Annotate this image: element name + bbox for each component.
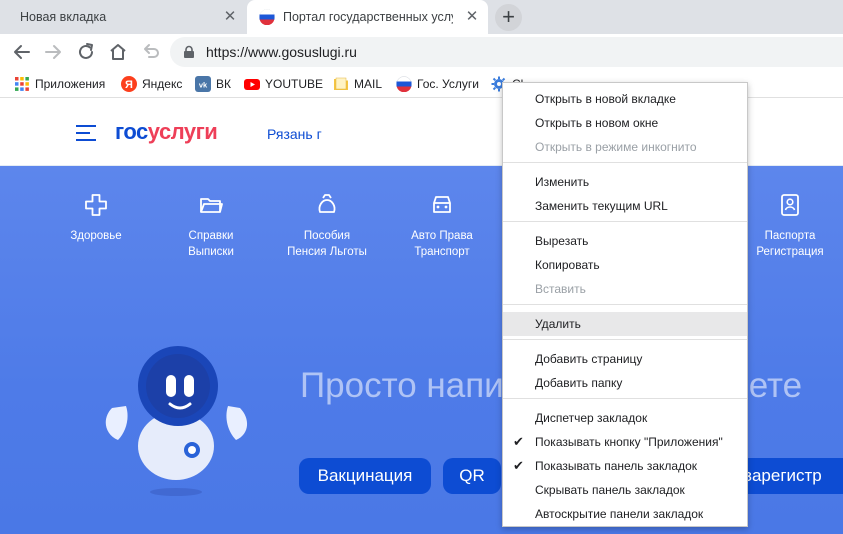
menu-item-paste[interactable]: Вставить <box>503 277 747 301</box>
wallet-icon <box>318 194 336 213</box>
quick-button-qr[interactable]: QR <box>443 458 501 494</box>
category-label: Справки <box>188 230 234 242</box>
category-label: Паспорта <box>764 230 816 242</box>
category-auto[interactable]: Авто Права Транспорт <box>392 192 492 260</box>
menu-item-autohide-bookmarks-bar[interactable]: Автоскрытие панели закладок <box>503 502 747 526</box>
vk-icon: vk <box>195 76 211 92</box>
tab-title: Портал государственных услуг Р <box>283 10 453 24</box>
menu-item-add-folder[interactable]: Добавить папку <box>503 371 747 395</box>
menu-item-open-new-window[interactable]: Открыть в новом окне <box>503 111 747 135</box>
apps-grid-icon <box>15 77 29 91</box>
bookmark-label: Приложения <box>35 77 106 91</box>
bookmark-youtube[interactable]: YOUTUBE <box>244 75 323 93</box>
quick-button-vaccination[interactable]: Вакцинация <box>299 458 431 494</box>
checkmark-icon: ✔ <box>513 458 524 473</box>
bookmark-label: MAIL <box>354 77 383 91</box>
menu-item-open-incognito[interactable]: Открыть в режиме инкогнито <box>503 135 747 159</box>
back-arrow-icon[interactable] <box>9 39 35 65</box>
menu-item-add-page[interactable]: Добавить страницу <box>503 347 747 371</box>
menu-item-edit[interactable]: Изменить <box>503 170 747 194</box>
menu-item-show-apps-button[interactable]: ✔ Показывать кнопку "Приложения" <box>503 430 747 454</box>
bookmark-vk[interactable]: vk ВК <box>195 75 231 93</box>
bookmark-apps[interactable]: Приложения <box>14 75 105 93</box>
robot-assistant-illustration <box>105 346 248 496</box>
category-label: Выписки <box>188 246 234 258</box>
category-label: Здоровье <box>70 230 122 242</box>
reload-icon[interactable] <box>73 39 99 65</box>
russia-flag-icon <box>259 9 275 25</box>
menu-item-label: Показывать панель закладок <box>535 459 698 473</box>
logo-part-gos: гос <box>115 119 148 144</box>
bookmark-gosuslugi[interactable]: Гос. Услуги <box>396 75 479 93</box>
svg-text:vk: vk <box>199 81 208 90</box>
logo-part-uslugi: услуги <box>147 119 218 144</box>
tab-title: Новая вкладка <box>20 10 107 24</box>
bookmark-label: YOUTUBE <box>265 77 324 91</box>
menu-item-cut[interactable]: Вырезать <box>503 229 747 253</box>
close-icon[interactable]: ✕ <box>464 9 480 25</box>
url-text[interactable]: https://www.gosuslugi.ru <box>206 44 357 60</box>
menu-item-open-new-tab[interactable]: Открыть в новой вкладке <box>503 87 747 111</box>
category-benefits[interactable]: Пособия Пенсия Льготы <box>277 192 377 260</box>
menu-item-replace-url[interactable]: Заменить текущим URL <box>503 194 747 218</box>
category-label: Пенсия Льготы <box>287 246 367 258</box>
category-label: Регистрация <box>756 246 824 258</box>
health-cross-icon <box>85 194 107 216</box>
folder-icon <box>200 198 223 213</box>
category-health[interactable]: Здоровье <box>46 192 146 244</box>
youtube-icon <box>244 79 260 90</box>
bookmark-label: Гос. Услуги <box>417 77 479 91</box>
menu-burger-icon[interactable] <box>76 125 96 141</box>
category-label: Авто Права <box>411 230 473 242</box>
address-bar[interactable]: https://www.gosuslugi.ru <box>170 37 843 67</box>
menu-separator <box>503 162 747 163</box>
close-icon[interactable]: ✕ <box>222 9 238 25</box>
menu-separator <box>503 398 747 399</box>
tab-gosuslugi[interactable]: Портал государственных услуг Р ✕ <box>247 0 488 34</box>
tab-strip: Новая вкладка ✕ Портал государственных у… <box>0 0 843 34</box>
menu-item-label: Показывать кнопку "Приложения" <box>535 435 723 449</box>
browser-toolbar: https://www.gosuslugi.ru <box>0 34 843 70</box>
bookmark-context-menu: Открыть в новой вкладке Открыть в новом … <box>502 82 748 527</box>
bookmark-label: ВК <box>216 77 231 91</box>
menu-separator <box>503 221 747 222</box>
menu-item-show-bookmarks-bar[interactable]: ✔ Показывать панель закладок <box>503 454 747 478</box>
menu-item-copy[interactable]: Копировать <box>503 253 747 277</box>
menu-item-hide-bookmarks-bar[interactable]: Скрывать панель закладок <box>503 478 747 502</box>
new-tab-button[interactable]: + <box>495 4 522 31</box>
gosuslugi-logo[interactable]: госуслуги <box>115 119 218 145</box>
category-label: Пособия <box>303 230 351 242</box>
menu-separator <box>503 339 747 340</box>
checkmark-icon: ✔ <box>513 434 524 449</box>
menu-item-bookmark-manager[interactable]: Диспетчер закладок <box>503 406 747 430</box>
bookmark-label: Яндекс <box>142 77 183 91</box>
region-selector[interactable]: Рязань г <box>267 126 322 142</box>
undo-icon[interactable] <box>138 39 164 65</box>
folder-icon <box>334 77 348 90</box>
car-icon <box>433 196 451 213</box>
menu-item-delete[interactable]: Удалить <box>503 312 747 336</box>
tab-new-tab[interactable]: Новая вкладка ✕ <box>8 0 246 34</box>
svg-text:Я: Я <box>125 79 133 91</box>
category-passports[interactable]: Паспорта Регистрация <box>740 192 840 260</box>
passport-icon <box>781 194 799 216</box>
lock-icon[interactable] <box>182 45 196 59</box>
bookmark-mail[interactable]: MAIL <box>333 75 382 93</box>
menu-separator <box>503 304 747 305</box>
yandex-icon: Я <box>121 76 137 92</box>
category-certificates[interactable]: Справки Выписки <box>161 192 261 260</box>
hero-text-left: Просто напи <box>300 366 504 405</box>
bookmark-yandex[interactable]: Я Яндекс <box>121 75 182 93</box>
hero-text-right: ете <box>748 366 803 405</box>
home-icon[interactable] <box>105 39 131 65</box>
forward-arrow-icon[interactable] <box>40 39 66 65</box>
russia-flag-icon <box>396 76 412 92</box>
category-label: Транспорт <box>414 246 470 258</box>
